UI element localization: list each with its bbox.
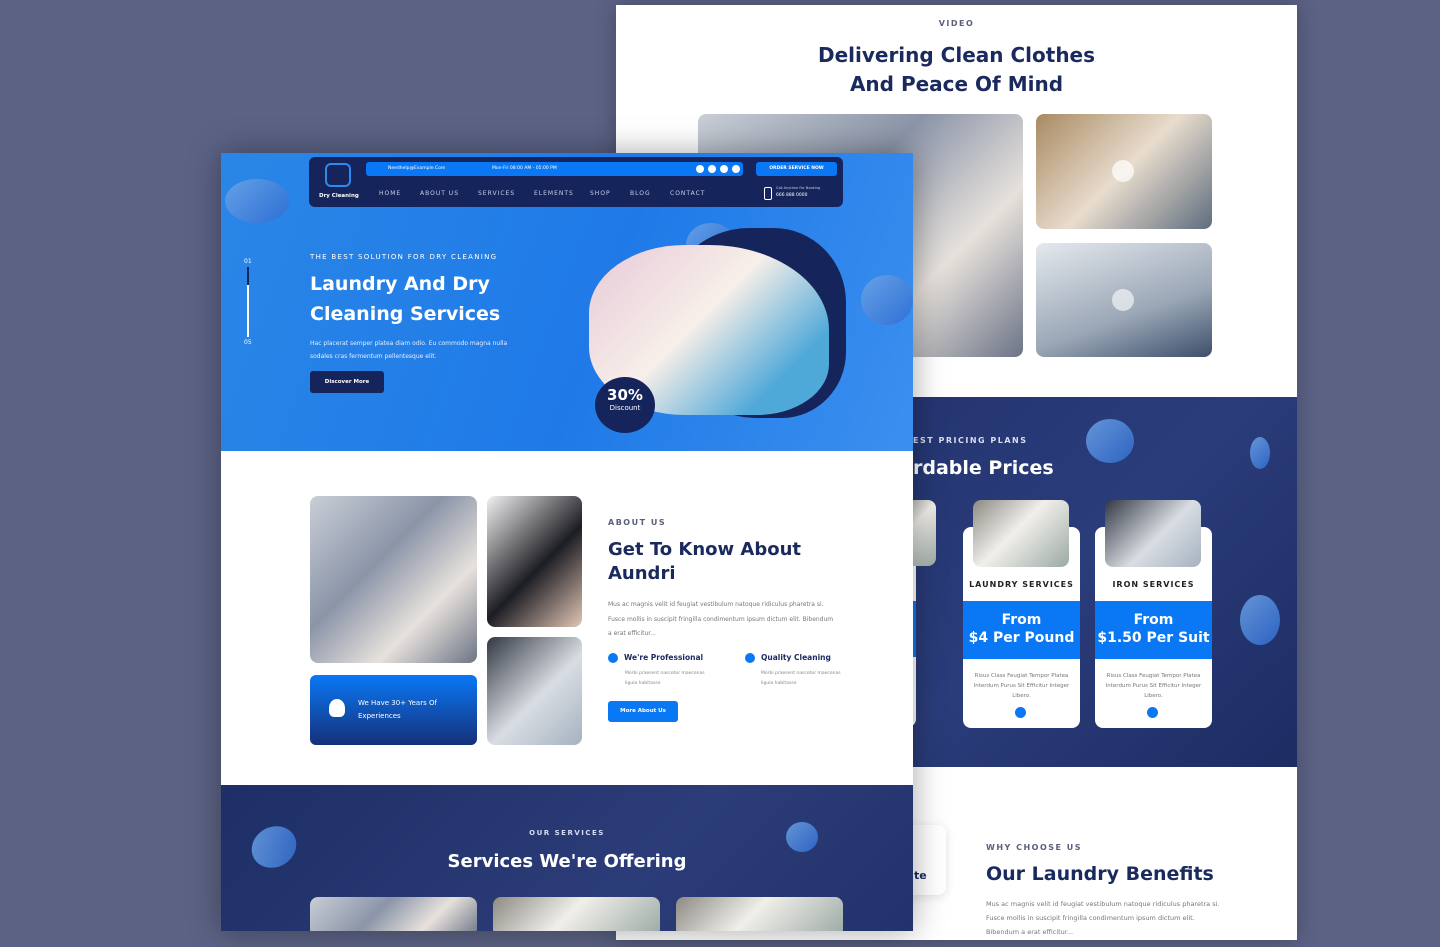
decor-blob bbox=[861, 275, 913, 325]
nav-shop[interactable]: SHOP bbox=[590, 190, 630, 197]
hero-text: Hac placerat semper platea diam odio. Eu… bbox=[310, 340, 508, 360]
nav-about[interactable]: ABOUT US bbox=[420, 190, 478, 197]
play-icon[interactable] bbox=[1112, 160, 1134, 182]
why-title: Our Laundry Benefits bbox=[986, 863, 1214, 885]
video-thumbnail[interactable] bbox=[1036, 114, 1212, 229]
hero-title: Laundry And Dry Cleaning Services bbox=[310, 273, 501, 325]
services-title: Services We're Offering bbox=[447, 851, 687, 872]
phone-number[interactable]: 666 888 0000 bbox=[776, 193, 808, 198]
front-page-preview: Dry Cleaning Needhelp@Example.Com Mon-Fr… bbox=[221, 153, 913, 931]
video-title: Delivering Clean Clothes And Peace Of Mi… bbox=[817, 43, 1096, 96]
arrow-right-icon[interactable] bbox=[1015, 707, 1026, 718]
decor-blob bbox=[1240, 595, 1280, 645]
pricing-card-name: LAUNDRY SERVICES bbox=[969, 580, 1074, 589]
about-image bbox=[487, 496, 582, 627]
logo-text: Dry Cleaning bbox=[319, 193, 359, 199]
award-icon bbox=[329, 699, 345, 717]
discover-more-button[interactable]: Discover More bbox=[310, 371, 384, 393]
email-link[interactable]: Needhelp@Example.Com bbox=[388, 166, 445, 171]
site-header: Dry Cleaning Needhelp@Example.Com Mon-Fr… bbox=[309, 157, 843, 207]
services-eyebrow: OUR SERVICES bbox=[529, 829, 605, 837]
arrow-right-icon[interactable] bbox=[1147, 707, 1158, 718]
nav-elements[interactable]: ELEMENTS bbox=[534, 190, 590, 197]
more-about-us-button[interactable]: More About Us bbox=[608, 701, 678, 722]
facebook-icon[interactable] bbox=[696, 165, 704, 173]
pricing-card-desc: Risus Class Feugiat Tempor Platea Interd… bbox=[973, 673, 1070, 699]
main-nav: HOME ABOUT US SERVICES ELEMENTS SHOP BLO… bbox=[379, 190, 720, 197]
nav-contact[interactable]: CONTACT bbox=[670, 190, 720, 197]
pricing-eyebrow: EST PRICING PLANS bbox=[913, 436, 1028, 445]
discount-badge: 30% Discount bbox=[595, 377, 655, 433]
pricing-card-image bbox=[973, 500, 1069, 567]
decor-blob bbox=[1250, 437, 1270, 469]
nav-home[interactable]: HOME bbox=[379, 190, 420, 197]
check-icon bbox=[608, 653, 618, 663]
about-image bbox=[487, 637, 582, 745]
video-thumbnail[interactable] bbox=[1036, 243, 1212, 357]
decor-blob bbox=[225, 179, 289, 223]
nav-services[interactable]: SERVICES bbox=[478, 190, 534, 197]
service-card-image bbox=[310, 897, 477, 931]
hours-text: Mon-Fri 08:00 AM - 05:00 PM bbox=[492, 166, 557, 171]
check-icon bbox=[745, 653, 755, 663]
hero-section: Dry Cleaning Needhelp@Example.Com Mon-Fr… bbox=[221, 153, 913, 451]
about-title: Get To Know About Aundri bbox=[608, 539, 801, 584]
service-card-image bbox=[493, 897, 660, 931]
order-service-button[interactable]: ORDER SERVICE NOW bbox=[756, 162, 837, 176]
service-card-image bbox=[676, 897, 843, 931]
video-eyebrow: VIDEO bbox=[938, 19, 975, 28]
twitter-icon[interactable] bbox=[708, 165, 716, 173]
top-bar: Needhelp@Example.Com Mon-Fri 08:00 AM - … bbox=[366, 162, 743, 176]
why-text: Mus ac magnis velit id feugiat vestibulu… bbox=[986, 900, 1220, 936]
about-text: Mus ac magnis velit id feugiat vestibulu… bbox=[608, 601, 834, 637]
nav-blog[interactable]: BLOG bbox=[630, 190, 670, 197]
pricing-card-desc: Risus Class Feugiat Tempor Platea Interd… bbox=[1105, 673, 1202, 699]
phone-icon bbox=[764, 187, 772, 200]
play-icon[interactable] bbox=[1112, 289, 1134, 311]
experience-box: We Have 30+ Years Of Experiences bbox=[310, 675, 477, 745]
pricing-title: rdable Prices bbox=[913, 457, 1054, 479]
decor-blob bbox=[786, 822, 818, 852]
about-eyebrow: ABOUT US bbox=[608, 518, 667, 527]
about-image bbox=[310, 496, 477, 663]
pricing-card-image bbox=[1105, 500, 1201, 567]
hero-eyebrow: THE BEST SOLUTION FOR DRY CLEANING bbox=[310, 253, 498, 261]
instagram-icon[interactable] bbox=[732, 165, 740, 173]
why-eyebrow: WHY CHOOSE US bbox=[986, 843, 1083, 852]
logo-icon bbox=[325, 163, 351, 187]
decor-blob bbox=[1086, 419, 1134, 463]
pricing-card-name: IRON SERVICES bbox=[1112, 580, 1195, 589]
services-section: OUR SERVICES Services We're Offering bbox=[221, 785, 913, 931]
linkedin-icon[interactable] bbox=[720, 165, 728, 173]
slide-progress bbox=[247, 267, 249, 337]
pricing-card-price: From $4 Per Pound bbox=[963, 601, 1080, 659]
pricing-card-price: From $1.50 Per Suit bbox=[1095, 601, 1212, 659]
